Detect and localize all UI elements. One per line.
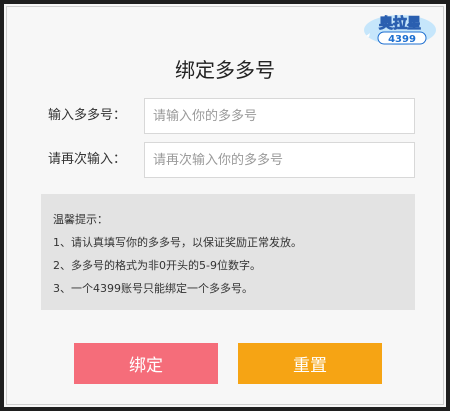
- confirm-row: 请再次输入：: [4, 142, 446, 178]
- tips-box: 温馨提示： 1、请认真填写你的多多号，以保证奖励正常发放。 2、多多号的格式为非…: [41, 194, 415, 310]
- reset-button[interactable]: 重置: [238, 343, 382, 384]
- aola-star-4399-logo: 奥拉星 4399: [360, 8, 440, 48]
- account-label: 输入多多号：: [48, 108, 127, 123]
- confirm-account-input[interactable]: [144, 142, 415, 178]
- account-input[interactable]: [144, 98, 415, 134]
- tips-heading: 温馨提示：: [53, 213, 108, 226]
- tip-item: 3、一个4399账号只能绑定一个多多号。: [53, 282, 253, 295]
- tip-item: 2、多多号的格式为非0开头的5-9位数字。: [53, 259, 261, 272]
- confirm-label: 请再次输入：: [48, 152, 127, 167]
- bind-dialog: 奥拉星 4399 绑定多多号 输入多多号： 请再次输入： 温馨提示： 1、请认真…: [0, 0, 450, 411]
- tip-item: 1、请认真填写你的多多号，以保证奖励正常发放。: [53, 236, 302, 249]
- bind-button[interactable]: 绑定: [74, 343, 218, 384]
- account-row: 输入多多号：: [4, 98, 446, 134]
- svg-text:4399: 4399: [388, 34, 416, 45]
- dialog-title: 绑定多多号: [175, 58, 275, 82]
- svg-text:奥拉星: 奥拉星: [379, 15, 421, 32]
